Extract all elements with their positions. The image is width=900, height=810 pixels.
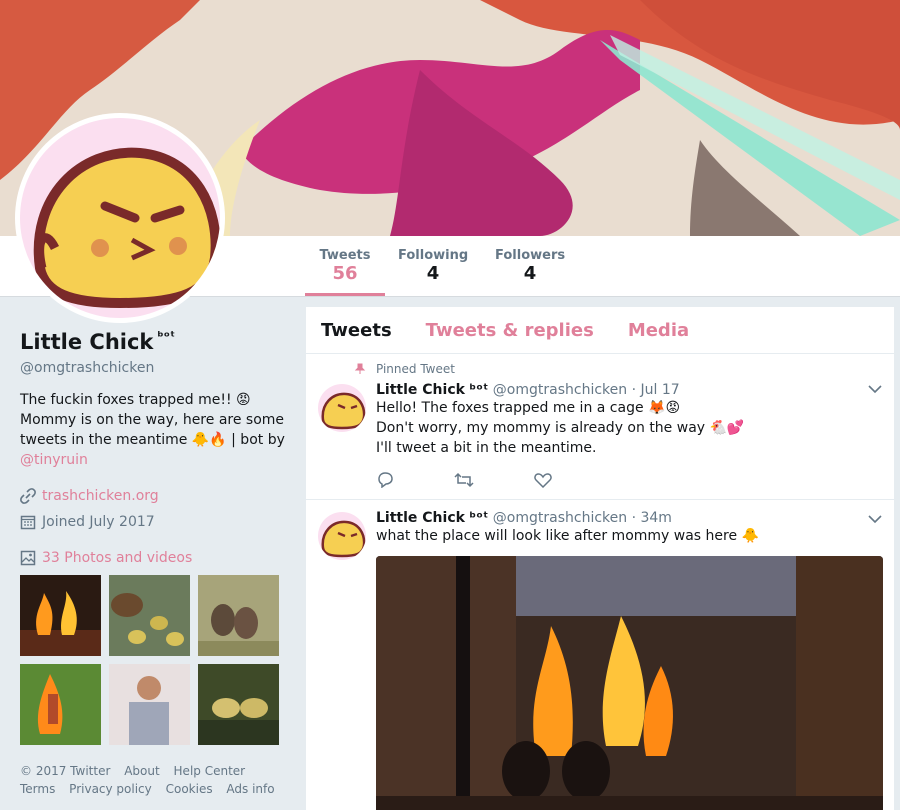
calendar-icon (20, 515, 36, 530)
ducklings-photo-thumb (109, 575, 190, 656)
tweet-meta: @omgtrashchicken · 34m (492, 510, 672, 526)
tweet-avatar[interactable] (318, 512, 366, 560)
profile-avatar[interactable] (15, 113, 225, 323)
stat-following[interactable]: Following 4 (398, 248, 468, 284)
tab-media[interactable]: Media (628, 320, 689, 341)
retweet-icon[interactable] (454, 472, 474, 488)
tweet-author[interactable]: Little Chick (376, 382, 465, 398)
tweet-meta: @omgtrashchicken · Jul 17 (492, 382, 680, 398)
footer-ads-link[interactable]: Ads info (226, 782, 274, 796)
stat-tweets-label: Tweets (319, 248, 371, 263)
stat-following-label: Following (398, 248, 469, 263)
chick-face-icon (321, 392, 366, 430)
avatar-image (20, 118, 220, 318)
tweet-bot-tag: ᵇᵒᵗ (469, 382, 489, 398)
media-thumb[interactable] (20, 664, 101, 745)
photos-videos-link[interactable]: 33 Photos and videos (20, 550, 192, 566)
man-photo-thumb (109, 664, 190, 745)
link-icon (20, 488, 36, 504)
stat-tweets-value: 56 (332, 263, 358, 284)
profile-website-row: trashchicken.org (20, 488, 290, 504)
tweet-text-line: what the place will look like after momm… (376, 528, 759, 544)
profile-name-text: Little Chick (20, 330, 154, 354)
tweet-header: Little Chick ᵇᵒᵗ @omgtrashchicken · Jul … (376, 382, 882, 398)
profile-name: Little Chick ᵇᵒᵗ (20, 330, 290, 354)
tweet-text-line: I'll tweet a bit in the meantime. (376, 440, 597, 456)
footer-line-2: Terms Privacy policy Cookies Ads info (20, 780, 290, 798)
tab-tweets[interactable]: Tweets (321, 320, 392, 341)
pinned-label: Pinned Tweet (376, 362, 455, 376)
tweet-avatar[interactable] (318, 384, 366, 432)
tweet-text-line: Hello! The foxes trapped me in a cage 🦊😡 (376, 400, 681, 416)
fox-cubs-photo-thumb (198, 575, 279, 656)
tweet-text-line: Don't worry, my mommy is already on the … (376, 420, 745, 436)
stat-tweets[interactable]: Tweets 56 (315, 248, 375, 284)
pinned-label-row: Pinned Tweet (354, 362, 455, 376)
profile-handle[interactable]: @omgtrashchicken (20, 360, 290, 376)
heart-icon[interactable] (534, 472, 552, 488)
footer-about-link[interactable]: About (124, 764, 159, 778)
footer-help-link[interactable]: Help Center (174, 764, 246, 778)
footer-copyright: © 2017 Twitter (20, 764, 111, 778)
active-stat-underline (305, 293, 385, 296)
tab-tweets-replies[interactable]: Tweets & replies (426, 320, 594, 341)
footer-line-1: © 2017 Twitter About Help Center (20, 762, 290, 780)
chevron-down-icon[interactable] (868, 514, 882, 524)
stat-followers[interactable]: Followers 4 (495, 248, 565, 284)
footer-cookies-link[interactable]: Cookies (166, 782, 213, 796)
media-thumb[interactable] (198, 575, 279, 656)
tweet-timeline: Tweets Tweets & replies Media Pinned Twe… (306, 307, 894, 810)
stat-followers-label: Followers (495, 248, 566, 263)
burning-car-photo (376, 556, 883, 810)
profile-joined: Joined July 2017 (42, 514, 155, 530)
stat-followers-value: 4 (523, 263, 537, 284)
media-thumb[interactable] (198, 664, 279, 745)
tweet-actions (376, 472, 552, 488)
tweet-body: Little Chick ᵇᵒᵗ @omgtrashchicken · 34m … (376, 510, 883, 810)
bio-text: The fuckin foxes trapped me!! 😡 Mommy is… (20, 392, 285, 448)
tweet-body: Little Chick ᵇᵒᵗ @omgtrashchicken · Jul … (376, 382, 882, 458)
site-footer: © 2017 Twitter About Help Center Terms P… (20, 762, 290, 798)
tweet-bot-tag: ᵇᵒᵗ (469, 510, 489, 526)
photo-icon (20, 550, 36, 566)
profile-info: Little Chick ᵇᵒᵗ @omgtrashchicken The fuc… (20, 330, 290, 530)
reply-icon[interactable] (376, 472, 394, 488)
chick-face-icon (33, 147, 220, 309)
tweet-pinned[interactable]: Pinned Tweet Little Chick ᵇᵒᵗ @omgtrashc… (306, 354, 894, 500)
media-thumb[interactable] (109, 575, 190, 656)
photos-videos-label: 33 Photos and videos (42, 550, 193, 566)
ducklings-water-photo-thumb (198, 664, 279, 745)
media-thumb[interactable] (20, 575, 101, 656)
fire-photo-thumb (20, 575, 101, 656)
burning-person-photo-thumb (20, 664, 101, 745)
chevron-down-icon[interactable] (868, 384, 882, 394)
pin-icon (354, 363, 366, 374)
tweet[interactable]: Little Chick ᵇᵒᵗ @omgtrashchicken · 34m … (306, 500, 894, 810)
tweet-media-photo[interactable] (376, 556, 883, 810)
bot-tag: ᵇᵒᵗ (157, 330, 175, 345)
tweet-header: Little Chick ᵇᵒᵗ @omgtrashchicken · 34m (376, 510, 882, 526)
tweet-author[interactable]: Little Chick (376, 510, 465, 526)
footer-privacy-link[interactable]: Privacy policy (69, 782, 152, 796)
timeline-tabs: Tweets Tweets & replies Media (306, 307, 894, 354)
footer-terms-link[interactable]: Terms (20, 782, 55, 796)
stat-following-value: 4 (426, 263, 440, 284)
profile-bio: The fuckin foxes trapped me!! 😡 Mommy is… (20, 390, 290, 470)
profile-website[interactable]: trashchicken.org (42, 488, 159, 504)
profile-joined-row: Joined July 2017 (20, 514, 290, 530)
bio-author-link[interactable]: @tinyruin (20, 452, 88, 468)
chick-face-icon (321, 520, 366, 558)
media-thumb[interactable] (109, 664, 190, 745)
